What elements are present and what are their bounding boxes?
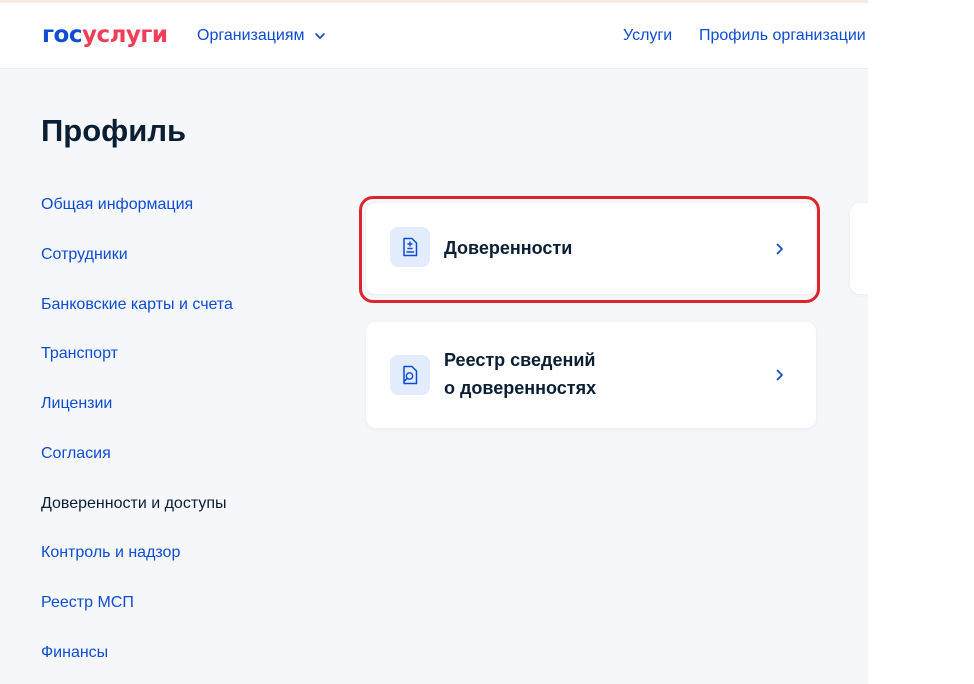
header: госуслуги Организациям Услуги Профиль ор… — [0, 3, 868, 69]
nav-services-link[interactable]: Услуги — [623, 27, 672, 45]
sidebar-item-licenses[interactable]: Лицензии — [41, 394, 112, 414]
sidebar-item-employees[interactable]: Сотрудники — [41, 245, 128, 265]
sidebar-item-powers-of-attorney[interactable]: Доверенности и доступы — [41, 494, 227, 514]
sidebar-item-general-info[interactable]: Общая информация — [41, 195, 193, 215]
partially-visible-card[interactable] — [850, 203, 868, 294]
document-plus-minus-icon — [390, 227, 430, 267]
chevron-right-icon — [776, 243, 783, 255]
page-title: Профиль — [41, 113, 187, 148]
organizations-menu-label: Организациям — [197, 27, 305, 44]
gosuslugi-logo[interactable]: госуслуги — [42, 21, 168, 49]
card-title-line-1: Реестр сведений — [444, 350, 596, 370]
logo-part-gos: гос — [42, 22, 82, 48]
viewport: госуслуги Организациям Услуги Профиль ор… — [0, 0, 868, 684]
card-title-line-2: о доверенностях — [444, 378, 597, 398]
sidebar-item-finance[interactable]: Финансы — [41, 643, 108, 663]
sidebar-item-msp-registry[interactable]: Реестр МСП — [41, 593, 134, 613]
sidebar-item-control-supervision[interactable]: Контроль и надзор — [41, 543, 180, 563]
sidebar-item-bank-cards[interactable]: Банковские карты и счета — [41, 295, 233, 315]
organizations-menu[interactable]: Организациям — [197, 27, 325, 45]
document-search-icon — [390, 355, 430, 395]
logo-part-uslugi: услуги — [81, 22, 168, 48]
card-title: Реестр сведений о доверенностях — [444, 346, 744, 402]
nav-org-profile-link[interactable]: Профиль организации — [699, 27, 866, 45]
card-title: Доверенности — [444, 238, 573, 258]
chevron-down-icon — [314, 32, 325, 39]
sidebar-item-transport[interactable]: Транспорт — [41, 344, 118, 364]
sidebar-item-consents[interactable]: Согласия — [41, 444, 111, 464]
powers-of-attorney-card[interactable]: Доверенности — [366, 203, 816, 294]
poa-registry-card[interactable]: Реестр сведений о доверенностях — [366, 322, 816, 428]
chevron-right-icon — [776, 369, 783, 381]
